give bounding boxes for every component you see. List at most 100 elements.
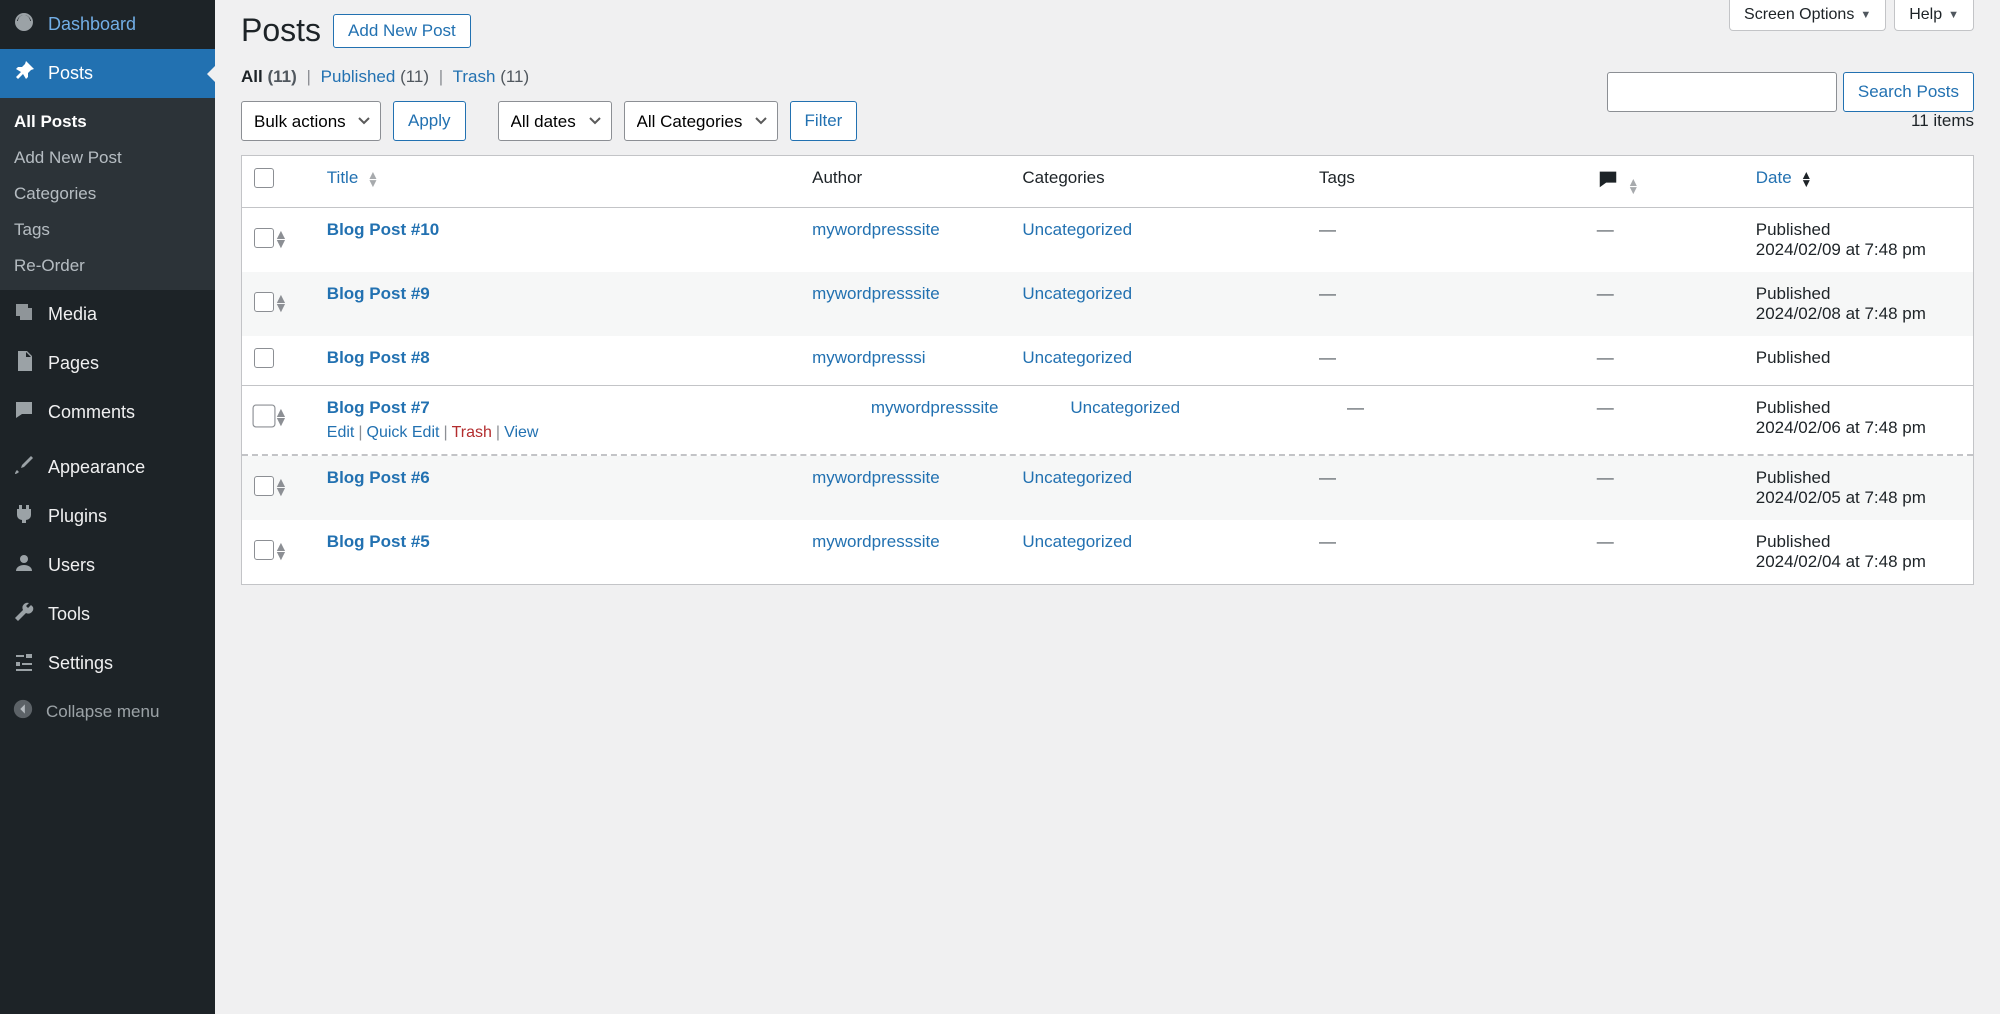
table-row: ▲▼ Blog Post #9 mywordpresssite Uncategoriz… [242, 272, 1973, 336]
view-trash-link[interactable]: Trash [453, 67, 496, 86]
sidebar-collapse-button[interactable]: Collapse menu [0, 688, 215, 735]
search-posts-button[interactable]: Search Posts [1843, 72, 1974, 112]
sidebar-subitem-all-posts[interactable]: All Posts [0, 104, 215, 140]
sort-icon: ▲▼ [367, 171, 379, 187]
sidebar-item-comments[interactable]: Comments [0, 388, 215, 437]
collapse-icon [12, 698, 34, 725]
tags-empty: — [1319, 284, 1336, 303]
plug-icon [12, 502, 36, 531]
gauge-icon [12, 10, 36, 39]
author-link[interactable]: mywordpresssite [812, 284, 940, 303]
wrench-icon [12, 600, 36, 629]
add-new-post-button[interactable]: Add New Post [333, 14, 471, 48]
post-title-link[interactable]: Blog Post #9 [327, 284, 430, 303]
sidebar-item-users[interactable]: Users [0, 541, 215, 590]
sidebar-item-dashboard[interactable]: Dashboard [0, 0, 215, 49]
reorder-handle-icon[interactable]: ▲▼ [274, 542, 288, 560]
row-checkbox[interactable] [254, 540, 274, 560]
posts-table: Title ▲▼ Author Categories Tags ▲▼ Date … [241, 155, 1974, 585]
author-link[interactable]: mywordpresssi [812, 348, 925, 367]
categories-filter-select[interactable]: All Categories [624, 101, 778, 141]
column-title[interactable]: Title ▲▼ [315, 156, 800, 208]
sidebar-item-label: Media [48, 304, 97, 325]
sidebar-subitem-reorder[interactable]: Re-Order [0, 248, 215, 284]
sidebar-item-posts[interactable]: Posts [0, 49, 215, 98]
quick-edit-link[interactable]: Quick Edit [367, 424, 440, 441]
edit-link[interactable]: Edit [327, 424, 355, 441]
tags-empty: — [1319, 468, 1336, 487]
reorder-handle-icon[interactable]: ▲▼ [274, 478, 288, 496]
category-link[interactable]: Uncategorized [1022, 284, 1132, 303]
sidebar-item-appearance[interactable]: Appearance [0, 443, 215, 492]
screen-options-button[interactable]: Screen Options ▼ [1729, 0, 1886, 31]
sidebar-item-label: Tools [48, 604, 90, 625]
category-link[interactable]: Uncategorized [1022, 348, 1132, 367]
media-icon [12, 300, 36, 329]
reorder-handle-icon[interactable]: ▲▼ [274, 230, 288, 248]
comments-count: — [1597, 284, 1614, 303]
post-title-link[interactable]: Blog Post #5 [327, 532, 430, 551]
author-link[interactable]: mywordpresssite [812, 532, 940, 551]
row-checkbox[interactable] [254, 228, 274, 248]
search-posts-input[interactable] [1607, 72, 1837, 112]
row-checkbox[interactable] [253, 405, 276, 428]
sidebar-item-settings[interactable]: Settings [0, 639, 215, 688]
apply-bulk-button[interactable]: Apply [393, 101, 466, 141]
author-link[interactable]: mywordpresssite [812, 468, 940, 487]
filter-button[interactable]: Filter [790, 101, 858, 141]
tags-empty: — [1319, 348, 1336, 367]
sidebar-item-plugins[interactable]: Plugins [0, 492, 215, 541]
column-date[interactable]: Date ▲▼ [1744, 156, 1973, 208]
row-actions: Edit|Quick Edit|Trash|View [327, 424, 788, 442]
screen-options-label: Screen Options [1744, 6, 1854, 24]
row-checkbox[interactable] [254, 348, 274, 368]
author-link[interactable]: mywordpresssite [871, 398, 999, 417]
sidebar-item-label: Posts [48, 63, 93, 84]
sidebar-subitem-categories[interactable]: Categories [0, 176, 215, 212]
view-link[interactable]: View [504, 424, 538, 441]
view-published-link[interactable]: Published [321, 67, 396, 86]
reorder-handle-icon[interactable]: ▲▼ [274, 408, 288, 426]
bulk-actions-select[interactable]: Bulk actions [241, 101, 381, 141]
category-link[interactable]: Uncategorized [1022, 532, 1132, 551]
column-author: Author [800, 156, 1010, 208]
view-all-link[interactable]: All (11) [241, 67, 297, 86]
row-checkbox[interactable] [254, 292, 274, 312]
table-row: ▲▼ Blog Post #6 mywordpresssite Uncategoriz… [242, 456, 1973, 520]
sidebar-item-pages[interactable]: Pages [0, 339, 215, 388]
reorder-handle-icon[interactable]: ▲▼ [274, 294, 288, 312]
sidebar-subitem-tags[interactable]: Tags [0, 212, 215, 248]
sidebar-item-media[interactable]: Media [0, 290, 215, 339]
trash-link[interactable]: Trash [452, 424, 492, 441]
category-link[interactable]: Uncategorized [1070, 398, 1180, 417]
page-title: Posts [241, 12, 321, 49]
select-all-checkbox[interactable] [254, 168, 274, 188]
comment-icon [1597, 175, 1624, 194]
sidebar-posts-submenu: All Posts Add New Post Categories Tags R… [0, 98, 215, 290]
comments-count: — [1597, 532, 1614, 551]
column-checkbox [242, 156, 315, 208]
post-title-link[interactable]: Blog Post #6 [327, 468, 430, 487]
column-comments[interactable]: ▲▼ [1585, 156, 1744, 208]
sidebar-item-tools[interactable]: Tools [0, 590, 215, 639]
sidebar-subitem-add-new-post[interactable]: Add New Post [0, 140, 215, 176]
published-count: (11) [400, 67, 429, 86]
help-button[interactable]: Help ▼ [1894, 0, 1974, 31]
date-cell: Published [1744, 336, 1973, 385]
sidebar-item-label: Dashboard [48, 14, 136, 35]
author-link[interactable]: mywordpresssite [812, 220, 940, 239]
row-checkbox[interactable] [254, 476, 274, 496]
comments-count: — [1597, 468, 1614, 487]
category-link[interactable]: Uncategorized [1022, 468, 1132, 487]
category-link[interactable]: Uncategorized [1022, 220, 1132, 239]
post-title-link[interactable]: Blog Post #8 [327, 348, 430, 367]
post-title-link[interactable]: Blog Post #7 [327, 398, 430, 417]
user-icon [12, 551, 36, 580]
sidebar-item-label: Plugins [48, 506, 107, 527]
brush-icon [12, 453, 36, 482]
date-cell: Published2024/02/04 at 7:48 pm [1744, 520, 1973, 584]
post-title-link[interactable]: Blog Post #10 [327, 220, 439, 239]
date-cell: Published2024/02/05 at 7:48 pm [1744, 456, 1973, 520]
dates-filter-select[interactable]: All dates [498, 101, 612, 141]
tags-empty: — [1319, 220, 1336, 239]
